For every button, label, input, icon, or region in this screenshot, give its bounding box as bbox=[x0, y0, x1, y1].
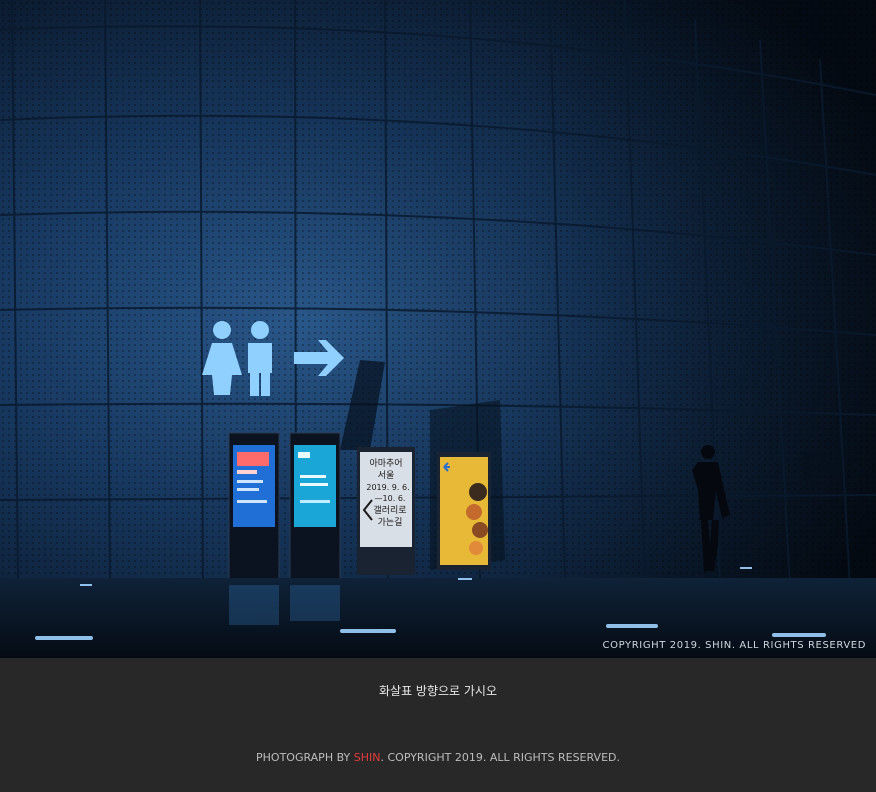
gallery-sign-panel: 아마추어 서울 2019. 9. 6. —10. 6. 갤러리로 가는길 bbox=[357, 447, 415, 575]
photo: 아마추어 서울 2019. 9. 6. —10. 6. 갤러리로 가는길 P C… bbox=[0, 0, 876, 658]
svg-text:갤러리로: 갤러리로 bbox=[373, 504, 406, 516]
kiosk-middle bbox=[289, 432, 341, 580]
svg-text:가는길: 가는길 bbox=[378, 517, 403, 528]
svg-text:2019. 9. 6.: 2019. 9. 6. bbox=[366, 483, 409, 492]
photo-copyright-overlay: COPYRIGHT 2019. SHIN. ALL RIGHTS RESERVE… bbox=[602, 640, 866, 651]
credit-prefix: PHOTOGRAPH BY bbox=[256, 751, 354, 764]
photo-caption: 화살표 방향으로 가시오 bbox=[378, 684, 498, 698]
credit-author: SHIN bbox=[353, 751, 381, 764]
svg-text:서울: 서울 bbox=[378, 470, 395, 481]
photo-credit: PHOTOGRAPH BY SHIN. COPYRIGHT 2019. ALL … bbox=[0, 751, 876, 764]
svg-text:P: P bbox=[800, 445, 828, 489]
kiosk-left bbox=[228, 432, 280, 580]
svg-text:—10. 6.: —10. 6. bbox=[375, 494, 406, 503]
night-wall-scene: 아마추어 서울 2019. 9. 6. —10. 6. 갤러리로 가는길 P bbox=[0, 0, 876, 658]
credit-suffix: . COPYRIGHT 2019. ALL RIGHTS RESERVED. bbox=[380, 751, 620, 764]
svg-text:아마추어: 아마추어 bbox=[369, 458, 402, 469]
yellow-poster bbox=[437, 452, 491, 570]
